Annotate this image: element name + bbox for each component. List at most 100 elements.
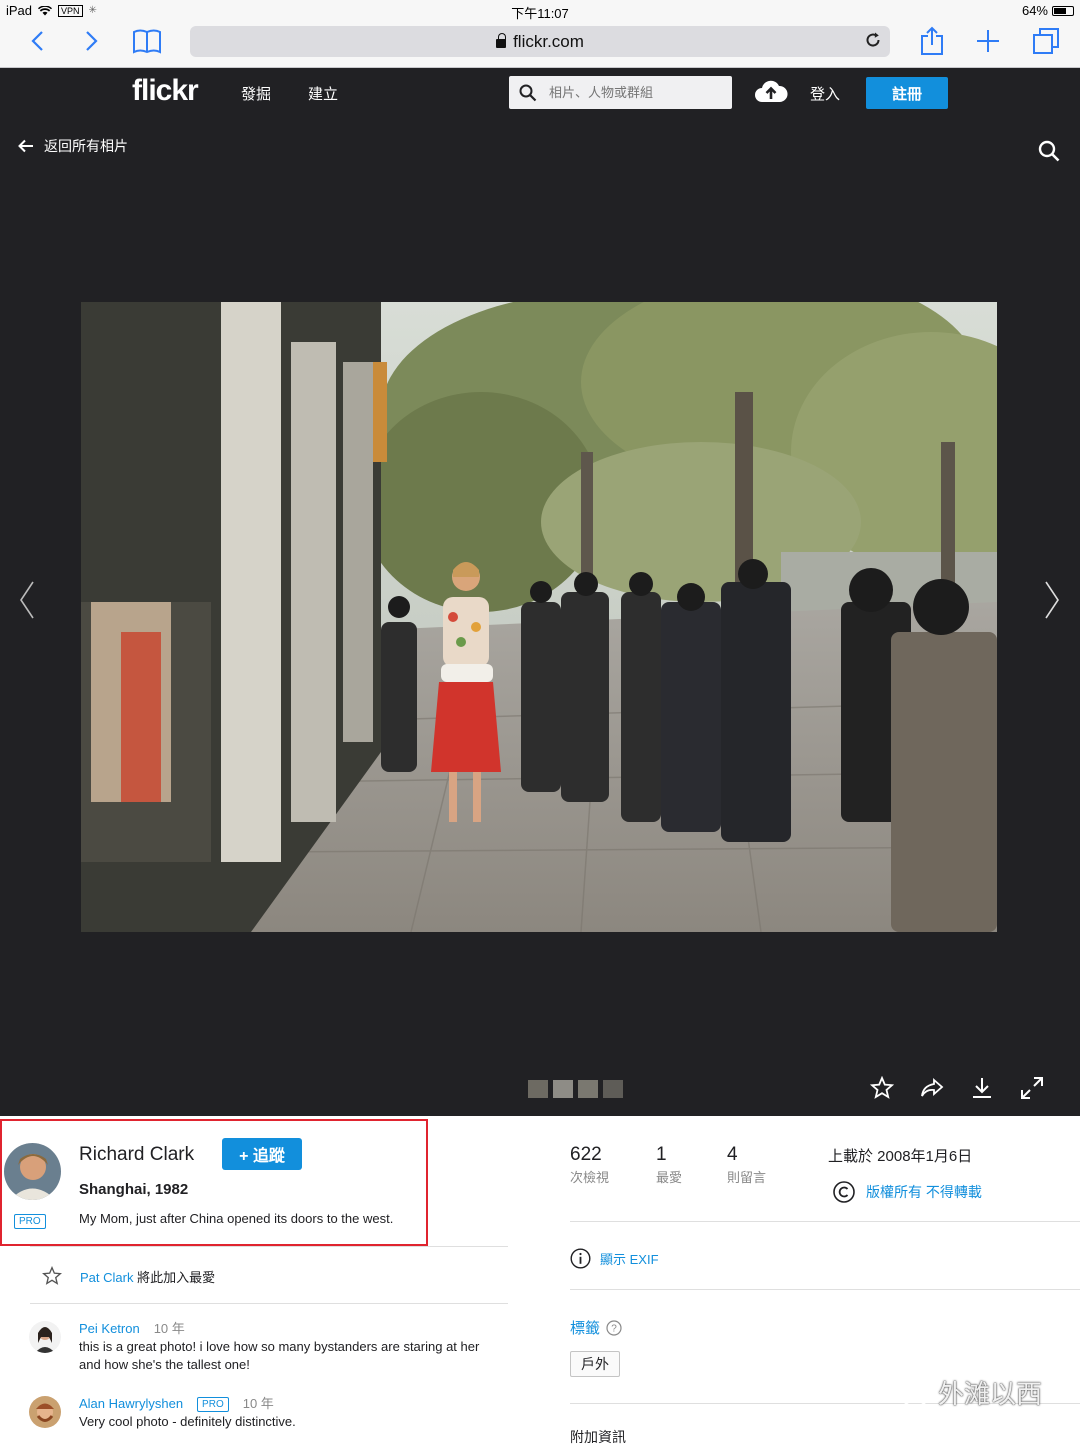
share-icon <box>921 26 943 55</box>
fullscreen-button[interactable] <box>1020 1076 1044 1100</box>
browser-chrome: iPad VPN ✳ 下午11:07 64% flickr.com <box>0 0 1080 68</box>
faves-count: 1 <box>656 1144 667 1165</box>
comment-text: this is a great photo! i love how so man… <box>79 1339 480 1372</box>
comments-label: 則留言 <box>727 1170 767 1185</box>
download-button[interactable] <box>970 1076 994 1100</box>
favorite-activity: Pat Clark 將此加入最愛 <box>42 1266 215 1286</box>
photo-description: My Mom, just after China opened its door… <box>79 1211 394 1226</box>
site-search[interactable] <box>509 76 732 109</box>
owner-highlight-box <box>0 1119 428 1246</box>
help-icon[interactable]: ? <box>606 1319 622 1336</box>
search-input[interactable] <box>547 84 717 101</box>
upload-button[interactable] <box>754 78 788 109</box>
status-bar: iPad VPN ✳ 下午11:07 64% <box>0 0 1080 22</box>
expand-icon <box>1021 1077 1043 1099</box>
comment: Alan Hawrylyshen PRO 10 年 Very cool phot… <box>79 1395 504 1431</box>
download-icon <box>973 1078 991 1098</box>
divider <box>30 1246 508 1247</box>
new-tab-button[interactable] <box>971 26 1005 56</box>
comment-avatar[interactable] <box>29 1396 61 1428</box>
watermark-text: 外滩以西 <box>938 1379 1043 1409</box>
book-icon <box>133 29 161 54</box>
favorite-text: 將此加入最愛 <box>137 1269 216 1285</box>
photo-viewer: 返回所有相片 <box>0 118 1080 1116</box>
stat-faves: 1 最愛 <box>656 1144 682 1186</box>
comment-pro-badge: PRO <box>197 1396 229 1412</box>
exif-label: 顯示 EXIF <box>600 1252 659 1267</box>
star-icon <box>870 1076 894 1099</box>
divider <box>30 1303 508 1304</box>
comment-author[interactable]: Alan Hawrylyshen <box>79 1395 183 1413</box>
additional-info-heading: 附加資訊 <box>570 1429 626 1445</box>
next-photo-button[interactable] <box>1043 580 1061 625</box>
main-photo[interactable] <box>81 302 997 932</box>
chevron-right-icon <box>86 31 98 51</box>
battery-percent: 64% <box>1021 3 1048 18</box>
favorite-user-link[interactable]: Pat Clark <box>80 1270 133 1285</box>
login-link[interactable]: 登入 <box>810 83 840 104</box>
forward-nav-button[interactable] <box>75 26 109 56</box>
status-time: 下午11:07 <box>511 6 569 21</box>
share-arrow-icon <box>921 1078 944 1097</box>
share-button[interactable] <box>915 26 949 56</box>
views-count: 622 <box>570 1144 602 1165</box>
address-bar[interactable]: flickr.com <box>190 26 890 57</box>
owner-name[interactable]: Richard Clark <box>79 1144 194 1166</box>
photostream-thumbnails <box>528 1080 623 1098</box>
tags-title: 標籤 <box>570 1320 601 1337</box>
owner-pro-badge: PRO <box>14 1211 46 1229</box>
back-label: 返回所有相片 <box>44 138 128 154</box>
flickr-logo[interactable]: flickr <box>132 74 199 108</box>
photo-image <box>81 302 997 932</box>
chevron-left-icon <box>31 31 43 51</box>
comment-age: 10 年 <box>153 1321 185 1336</box>
chevron-left-icon <box>20 581 34 619</box>
favorite-button[interactable] <box>870 1076 894 1100</box>
comment-age: 10 年 <box>242 1396 274 1411</box>
comment-author[interactable]: Pei Ketron <box>79 1320 140 1338</box>
reload-icon <box>866 32 880 47</box>
star-icon <box>42 1266 62 1285</box>
info-icon <box>570 1248 591 1269</box>
tag-chip[interactable]: 戶外 <box>570 1351 620 1377</box>
nav-discover[interactable]: 發掘 <box>241 83 271 104</box>
viewer-search-button[interactable] <box>1038 140 1060 167</box>
site-header: flickr 發掘 建立 登入 註冊 <box>0 68 1080 118</box>
wechat-watermark: 外滩以西 <box>886 1374 1042 1411</box>
thumbnail[interactable] <box>528 1080 548 1098</box>
follow-button[interactable]: + 追蹤 <box>222 1138 302 1170</box>
nav-create[interactable]: 建立 <box>308 83 338 104</box>
comment: Pei Ketron 10 年 this is a great photo! i… <box>79 1320 504 1374</box>
comment-avatar[interactable] <box>29 1321 61 1353</box>
thumbnail[interactable] <box>578 1080 598 1098</box>
stat-comments: 4 則留言 <box>727 1144 766 1186</box>
wechat-icon <box>886 1377 929 1408</box>
bookmarks-button[interactable] <box>130 26 164 56</box>
copyright-icon <box>833 1181 855 1203</box>
views-label: 次檢視 <box>570 1170 610 1185</box>
license-link[interactable]: 版權所有 不得轉載 <box>832 1180 982 1204</box>
owner-avatar[interactable] <box>4 1143 61 1200</box>
back-to-photos-link[interactable]: 返回所有相片 <box>18 136 128 156</box>
signup-button[interactable]: 註冊 <box>866 77 948 109</box>
svg-text:?: ? <box>611 1323 617 1334</box>
plus-icon <box>977 30 999 52</box>
upload-date: 上載於 2008年1月6日 <box>828 1148 973 1165</box>
tabs-overview-button[interactable] <box>1029 26 1063 56</box>
thumbnail[interactable] <box>603 1080 623 1098</box>
show-exif-link[interactable]: 顯示 EXIF <box>570 1248 659 1269</box>
reload-button[interactable] <box>864 31 882 54</box>
battery-level <box>1054 7 1066 14</box>
previous-photo-button[interactable] <box>18 580 36 625</box>
search-icon <box>519 84 537 101</box>
license-text: 版權所有 不得轉載 <box>866 1184 982 1200</box>
lock-icon <box>496 33 507 48</box>
search-icon <box>1038 140 1060 162</box>
thumbnail[interactable] <box>553 1080 573 1098</box>
divider <box>570 1289 1080 1290</box>
battery-icon <box>1052 5 1074 16</box>
cloud-upload-icon <box>755 80 788 102</box>
photo-actions <box>870 1076 1044 1100</box>
back-nav-button[interactable] <box>20 26 54 56</box>
share-photo-button[interactable] <box>920 1076 944 1100</box>
